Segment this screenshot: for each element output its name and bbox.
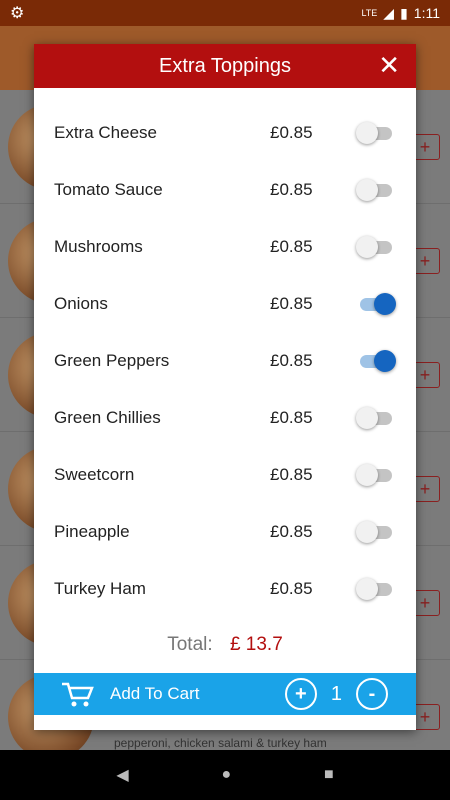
- topping-price: £0.85: [270, 521, 313, 541]
- topping-name: Turkey Ham: [54, 578, 146, 598]
- topping-row: Sweetcorn £0.85: [34, 446, 416, 503]
- clock: 1:11: [413, 5, 440, 21]
- topping-row: Mushrooms £0.85: [34, 218, 416, 275]
- dialog-title: Extra Toppings: [159, 54, 291, 77]
- product-description: pepperoni, chicken salami & turkey ham: [114, 736, 327, 750]
- system-nav-bar: ◀ ● ■: [0, 750, 450, 800]
- toppings-list: Extra Cheese £0.85 Tomato Sauce £0.85 Mushro…: [34, 88, 416, 617]
- topping-price: £0.85: [270, 350, 313, 370]
- total-label: Total:: [167, 634, 213, 655]
- total-value: £ 13.7: [229, 634, 283, 655]
- signal-icon: ◢: [383, 4, 395, 21]
- close-icon[interactable]: ✕: [378, 52, 400, 78]
- network-label: LTE: [361, 8, 378, 18]
- decrease-quantity-button[interactable]: -: [356, 678, 388, 710]
- topping-row: Onions £0.85: [34, 275, 416, 332]
- topping-row: Tomato Sauce £0.85: [34, 161, 416, 218]
- topping-toggle[interactable]: [356, 577, 396, 600]
- topping-price: £0.85: [270, 236, 313, 256]
- topping-name: Pineapple: [54, 521, 130, 541]
- topping-name: Mushrooms: [54, 236, 143, 256]
- topping-price: £0.85: [270, 179, 313, 199]
- topping-row: Extra Cheese £0.85: [34, 104, 416, 161]
- quantity-stepper: + 1 -: [284, 678, 388, 710]
- topping-row: Green Peppers £0.85: [34, 332, 416, 389]
- extra-toppings-dialog: Extra Toppings ✕ Extra Cheese £0.85 Tomato…: [34, 44, 416, 730]
- cart-icon[interactable]: [60, 680, 94, 708]
- topping-toggle[interactable]: [356, 121, 396, 144]
- home-nav-icon[interactable]: ●: [221, 766, 231, 784]
- back-nav-icon[interactable]: ◀: [116, 765, 128, 785]
- topping-toggle[interactable]: [356, 235, 396, 258]
- add-to-cart-bar: Add To Cart + 1 -: [34, 673, 416, 715]
- topping-toggle[interactable]: [356, 178, 396, 201]
- topping-toggle[interactable]: [356, 406, 396, 429]
- topping-price: £0.85: [270, 293, 313, 313]
- topping-toggle[interactable]: [356, 520, 396, 543]
- battery-icon: ▮: [400, 4, 408, 21]
- gear-icon[interactable]: ⚙: [10, 3, 24, 23]
- topping-price: £0.85: [270, 578, 313, 598]
- topping-price: £0.85: [270, 122, 313, 142]
- total-row: Total: £ 13.7: [34, 634, 416, 656]
- topping-price: £0.85: [270, 464, 313, 484]
- topping-toggle[interactable]: [356, 463, 396, 486]
- quantity-value: 1: [330, 682, 342, 705]
- topping-name: Extra Cheese: [54, 122, 157, 142]
- increase-quantity-button[interactable]: +: [284, 678, 317, 710]
- topping-name: Green Peppers: [54, 350, 170, 370]
- topping-name: Sweetcorn: [54, 464, 135, 484]
- topping-name: Onions: [54, 293, 108, 313]
- topping-row: Turkey Ham £0.85: [34, 560, 416, 617]
- topping-price: £0.85: [270, 407, 313, 427]
- topping-toggle[interactable]: [356, 292, 396, 315]
- status-bar: ⚙ LTE ◢ ▮ 1:11: [0, 0, 450, 26]
- topping-name: Green Chillies: [54, 407, 161, 427]
- topping-toggle[interactable]: [356, 349, 396, 372]
- add-to-cart-button[interactable]: Add To Cart: [110, 684, 199, 704]
- recents-nav-icon[interactable]: ■: [324, 766, 334, 784]
- topping-name: Tomato Sauce: [54, 179, 163, 199]
- dialog-header: Extra Toppings ✕: [34, 44, 416, 88]
- topping-row: Pineapple £0.85: [34, 503, 416, 560]
- topping-row: Green Chillies £0.85: [34, 389, 416, 446]
